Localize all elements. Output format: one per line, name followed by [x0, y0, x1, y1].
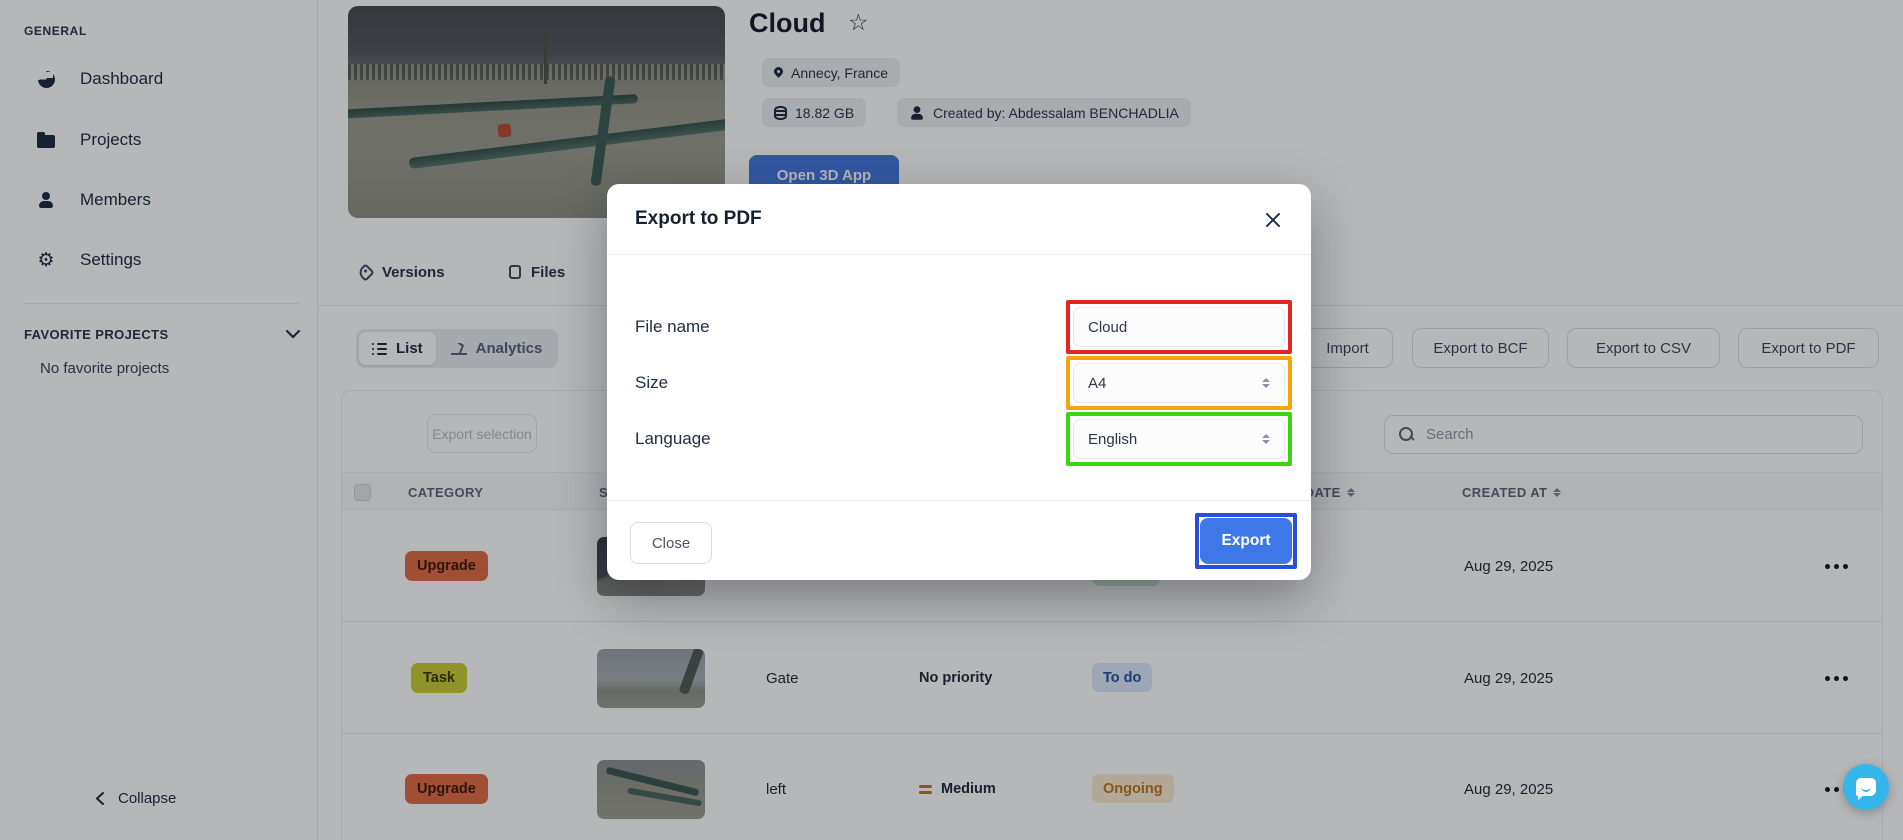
language-label: Language	[635, 419, 711, 459]
close-button[interactable]: Close	[630, 522, 712, 564]
file-name-input[interactable]	[1073, 307, 1285, 347]
select-caret-icon	[1262, 434, 1270, 444]
size-select[interactable]: A4	[1073, 363, 1285, 403]
modal-footer-divider	[607, 500, 1311, 501]
chat-widget-button[interactable]	[1843, 764, 1889, 810]
chat-icon	[1856, 778, 1876, 796]
size-value: A4	[1088, 375, 1106, 392]
file-name-label: File name	[635, 307, 710, 347]
export-to-pdf-modal: Export to PDF File name Size A4 Language…	[607, 184, 1311, 580]
close-icon[interactable]	[1257, 204, 1289, 236]
language-select[interactable]: English	[1073, 419, 1285, 459]
select-caret-icon	[1262, 378, 1270, 388]
language-value: English	[1088, 431, 1137, 448]
export-button[interactable]: Export	[1200, 518, 1292, 564]
modal-header-divider	[607, 254, 1311, 255]
size-label: Size	[635, 363, 668, 403]
modal-title: Export to PDF	[635, 208, 762, 230]
app-page: GENERAL Dashboard Projects Members ⚙ Set…	[0, 0, 1903, 840]
